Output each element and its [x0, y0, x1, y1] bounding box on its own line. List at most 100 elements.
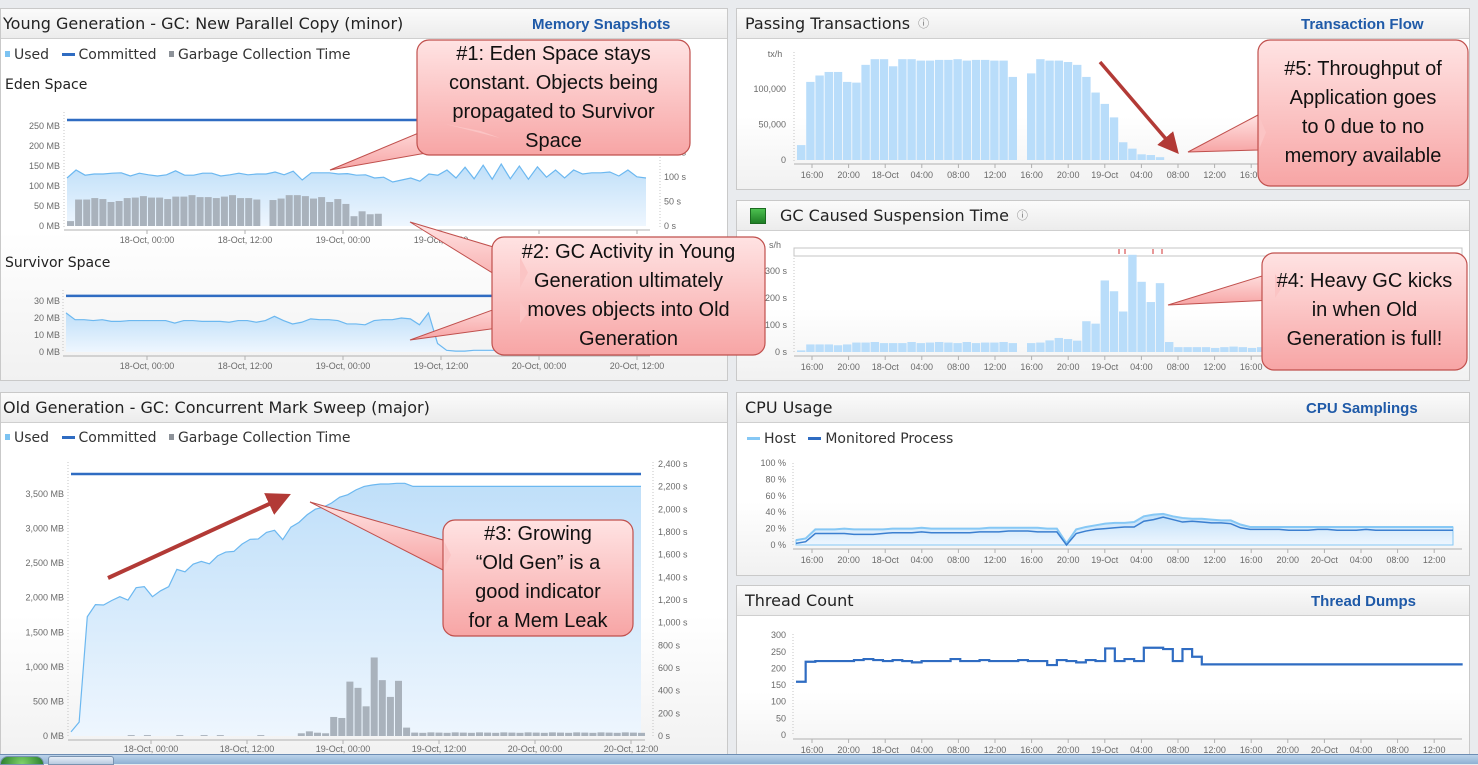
gc-time-bar: [293, 195, 301, 226]
gc-time-bar: [220, 196, 228, 226]
bar: [916, 60, 925, 160]
bar: [1229, 346, 1238, 352]
bar: [889, 343, 898, 352]
x-tick-label: 20:00: [1057, 362, 1080, 372]
gc-time-bar: [322, 733, 330, 736]
gc-time-bar: [524, 732, 532, 736]
event-strip: [793, 247, 1463, 257]
x-tick-label: 04:00: [1350, 170, 1373, 180]
bar: [971, 343, 981, 352]
gc-time-bar: [285, 195, 293, 226]
bar: [1054, 60, 1063, 160]
callout-1-text: #1: Eden Space stays constant. Objects b…: [448, 43, 658, 152]
gc-time-bar: [330, 716, 338, 736]
bar: [962, 60, 971, 160]
x-tick-label: 04:00: [911, 170, 934, 180]
gc-time-bar: [338, 717, 346, 736]
x-tick-label: 16:00: [1020, 362, 1043, 372]
x-tick-label: 19-Oct, 12:00: [412, 744, 467, 754]
x-tick-label: 16:00: [1240, 170, 1263, 180]
x-tick-label: 20:00: [837, 555, 860, 565]
y-tick-label: 300: [771, 630, 786, 640]
gc-time-bar: [613, 732, 621, 736]
y-tick-label: 300 s: [765, 266, 788, 276]
bar: [916, 343, 925, 352]
gc-time-bar: [318, 197, 326, 226]
bar: [1008, 343, 1017, 352]
y-tick-label: 0: [781, 730, 786, 740]
x-tick-label: 19-Oct: [1091, 362, 1119, 372]
bar: [861, 64, 870, 160]
bar: [1073, 64, 1082, 160]
y2-tick-label: 2,200 s: [658, 482, 688, 492]
gc-time-bar: [386, 696, 394, 736]
bar: [925, 342, 935, 352]
gc-time-bar: [180, 196, 188, 226]
bar: [815, 75, 824, 160]
y-tick-label: 200: [771, 663, 786, 673]
y2-tick-label: 100 s: [664, 172, 687, 182]
bar: [1137, 154, 1146, 160]
x-tick-label: 19-Oct: [1091, 170, 1119, 180]
x-tick-label: 19-Oct, 12:00: [414, 361, 469, 371]
bar: [843, 344, 852, 352]
bar: [1137, 281, 1146, 352]
y-tick-label: 60 %: [765, 491, 786, 501]
gc-time-bar: [427, 732, 435, 736]
gc-time-bar: [500, 732, 508, 736]
gc-time-bar: [443, 732, 451, 736]
x-tick-label: 04:00: [911, 555, 934, 565]
gc-time-bar: [366, 214, 374, 226]
gc-time-bar: [156, 197, 164, 226]
y-tick-label: 3,500 MB: [25, 489, 64, 499]
bar: [797, 145, 806, 160]
y-tick-label: 2,500 MB: [25, 558, 64, 568]
x-tick-label: 20-Oct, 00:00: [508, 744, 563, 754]
y-tick-label: 0: [781, 155, 786, 165]
x-tick-label: 12:00: [1423, 170, 1446, 180]
bar: [1063, 339, 1073, 352]
y-tick-label: 80 %: [765, 474, 786, 484]
gc-time-bar: [419, 732, 427, 736]
x-tick-label: 04:00: [1130, 170, 1153, 180]
bar: [907, 59, 916, 160]
x-tick-label: 04:00: [1350, 362, 1373, 372]
gc-time-bar: [374, 213, 382, 226]
gc-time-bar: [310, 198, 317, 226]
bar: [833, 345, 843, 352]
gc-time-bar: [589, 732, 597, 736]
y-tick-label: 100 s: [765, 320, 788, 330]
bar: [1174, 347, 1183, 352]
x-tick-label: 12:00: [1423, 362, 1446, 372]
y-tick-label: 0 MB: [39, 221, 60, 231]
x-tick-label: 12:00: [984, 555, 1007, 565]
x-tick-label: 12:00: [1423, 555, 1446, 565]
bar: [1128, 148, 1137, 160]
x-tick-label: 08:00: [947, 555, 970, 565]
bar: [1027, 73, 1036, 160]
x-tick-label: 12:00: [1203, 555, 1226, 565]
bar: [1036, 59, 1045, 160]
bar: [1155, 157, 1165, 160]
bar: [898, 343, 907, 352]
y-tick-label: 0 s: [775, 347, 788, 357]
thread-count-line: [796, 646, 1463, 683]
bar: [1008, 76, 1017, 160]
bar: [944, 342, 953, 352]
x-tick-label: 18-Oct, 00:00: [120, 235, 175, 245]
y-unit-label: s/h: [769, 240, 781, 250]
x-tick-label: 20-Oct: [1311, 555, 1339, 565]
x-tick-label: 16:00: [1240, 362, 1263, 372]
gc-time-bar: [467, 732, 475, 736]
chart-6: 05010015020025030016:00 20:00 18-Oct 04:00 0…: [771, 630, 1463, 755]
y2-tick-label: 400 s: [658, 686, 681, 696]
y-tick-label: 500 MB: [33, 696, 64, 706]
y-tick-label: 100 MB: [29, 181, 60, 191]
bar: [870, 59, 879, 160]
gc-time-bar: [484, 732, 492, 736]
y2-tick-label: 1,200 s: [658, 595, 688, 605]
y-tick-label: 250: [771, 647, 786, 657]
y-tick-label: 200 s: [765, 293, 788, 303]
gc-time-bar: [629, 732, 637, 736]
x-tick-label: 18-Oct: [872, 555, 900, 565]
